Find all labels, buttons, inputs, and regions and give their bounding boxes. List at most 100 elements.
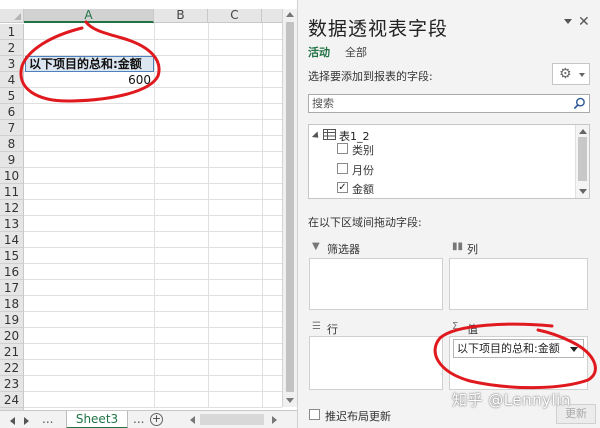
rows-area-dropzone[interactable] [309, 336, 443, 390]
grid-row[interactable] [24, 248, 282, 264]
row-header[interactable]: 3 [0, 56, 24, 72]
grid-row[interactable] [24, 120, 282, 136]
grid-row[interactable] [24, 312, 282, 328]
select-all-corner[interactable] [0, 9, 24, 23]
grid-row[interactable] [24, 104, 282, 120]
add-sheet-button[interactable]: + [150, 413, 163, 426]
row-header[interactable]: 17 [0, 280, 24, 296]
sheet-tab-sheet3[interactable]: Sheet3 [66, 411, 128, 428]
grid-row[interactable] [24, 24, 282, 40]
row-header[interactable]: 5 [0, 88, 24, 104]
row-header[interactable]: 20 [0, 328, 24, 344]
grid-row[interactable] [24, 152, 282, 168]
row-header[interactable]: 14 [0, 232, 24, 248]
row-header[interactable]: 11 [0, 184, 24, 200]
row-header[interactable]: 18 [0, 296, 24, 312]
grid-row[interactable] [24, 280, 282, 296]
grid-row[interactable] [24, 328, 282, 344]
filter-area-dropzone[interactable] [309, 258, 443, 310]
filter-icon: ▼ [312, 241, 320, 252]
checkbox[interactable] [337, 143, 348, 154]
watermark: 知乎 @Lennylin [452, 391, 571, 409]
prev-sheet-arrow-icon[interactable] [10, 417, 15, 425]
column-header-a[interactable]: A [24, 9, 154, 23]
column-divider [154, 23, 155, 407]
field-list: 表1_2 类别 月份 ✓ 金额 [308, 124, 590, 199]
row-header[interactable]: 19 [0, 312, 24, 328]
tab-all[interactable]: 全部 [345, 44, 367, 60]
more-sheets-left[interactable]: ... [42, 412, 53, 426]
grid-row[interactable] [24, 392, 282, 408]
chevron-down-icon[interactable] [570, 347, 578, 352]
row-header[interactable]: 22 [0, 360, 24, 376]
row-header[interactable]: 7 [0, 120, 24, 136]
grid-row[interactable] [24, 40, 282, 56]
field-list-scrollbar[interactable] [575, 125, 589, 198]
pane-options-caret-icon[interactable] [564, 19, 572, 24]
grid-row[interactable] [24, 136, 282, 152]
row-header[interactable]: 2 [0, 40, 24, 56]
row-header[interactable]: 1 [0, 24, 24, 40]
rows-icon: ☰ [312, 321, 321, 332]
defer-update-checkbox[interactable] [309, 409, 320, 420]
grid-row[interactable] [24, 88, 282, 104]
row-header[interactable]: 15 [0, 248, 24, 264]
scroll-thumb[interactable] [286, 22, 294, 392]
row-header[interactable]: 12 [0, 200, 24, 216]
row-header[interactable]: 4 [0, 72, 24, 88]
row-header[interactable]: 6 [0, 104, 24, 120]
hscroll-right-arrow-icon[interactable] [272, 416, 277, 424]
pivot-header-cell[interactable]: 以下项目的总和:金额 [25, 56, 154, 72]
checkbox[interactable] [337, 163, 348, 174]
grid-row[interactable] [24, 216, 282, 232]
vertical-scrollbar[interactable] [282, 9, 297, 407]
grid-row[interactable] [24, 360, 282, 376]
close-icon[interactable]: ✕ [578, 14, 590, 30]
columns-area-label: 列 [467, 243, 478, 256]
spreadsheet-grid[interactable]: A B C 1 2 3 4 5 6 7 8 9 10 11 12 13 14 15 16 17 18 19 20 21 2… [0, 0, 297, 428]
horizontal-scrollbar[interactable] [200, 414, 264, 425]
search-icon[interactable] [573, 97, 586, 110]
choose-fields-label: 选择要添加到报表的字段: [308, 70, 433, 83]
column-header-c[interactable]: C [208, 9, 262, 23]
grid-row[interactable] [24, 264, 282, 280]
grid-row[interactable] [24, 168, 282, 184]
field-search-box[interactable] [308, 94, 590, 113]
scroll-up-arrow-icon[interactable] [286, 12, 294, 17]
grid-row[interactable] [24, 344, 282, 360]
grid-row[interactable] [24, 296, 282, 312]
scroll-thumb[interactable] [578, 137, 587, 181]
grid-row[interactable] [24, 232, 282, 248]
row-header[interactable]: 16 [0, 264, 24, 280]
value-field-pill[interactable]: 以下项目的总和:金额 [453, 339, 584, 358]
column-header-b[interactable]: B [154, 9, 208, 23]
grid-row[interactable] [24, 200, 282, 216]
row-header[interactable]: 21 [0, 344, 24, 360]
grid-row[interactable] [24, 184, 282, 200]
columns-area-dropzone[interactable] [449, 258, 588, 310]
pane-title: 数据透视表字段 [308, 18, 449, 40]
scroll-down-arrow-icon[interactable] [286, 398, 294, 403]
more-sheets-right[interactable]: ... [133, 412, 144, 426]
row-header[interactable]: 23 [0, 376, 24, 392]
search-input[interactable] [309, 95, 571, 112]
grid-row[interactable] [24, 376, 282, 392]
scroll-down-arrow-icon[interactable] [579, 189, 587, 194]
row-header[interactable]: 13 [0, 216, 24, 232]
values-area-label: 值 [467, 323, 478, 336]
scroll-up-arrow-icon[interactable] [579, 129, 587, 134]
hscroll-left-arrow-icon[interactable] [190, 416, 195, 424]
field-settings-button[interactable]: ⚙ [552, 63, 590, 85]
tree-expand-icon[interactable] [311, 131, 322, 141]
checkbox-checked[interactable]: ✓ [337, 182, 348, 193]
row-header[interactable]: 10 [0, 168, 24, 184]
row-header[interactable]: 24 [0, 392, 24, 408]
gear-icon: ⚙ [559, 66, 572, 82]
rows-area-header: ☰ 行 [309, 318, 443, 338]
pivot-value-cell[interactable]: 600 [25, 72, 154, 88]
column-divider [262, 23, 263, 407]
tab-active[interactable]: 活动 [308, 44, 330, 60]
row-header[interactable]: 9 [0, 152, 24, 168]
next-sheet-arrow-icon[interactable] [24, 417, 29, 425]
row-header[interactable]: 8 [0, 136, 24, 152]
